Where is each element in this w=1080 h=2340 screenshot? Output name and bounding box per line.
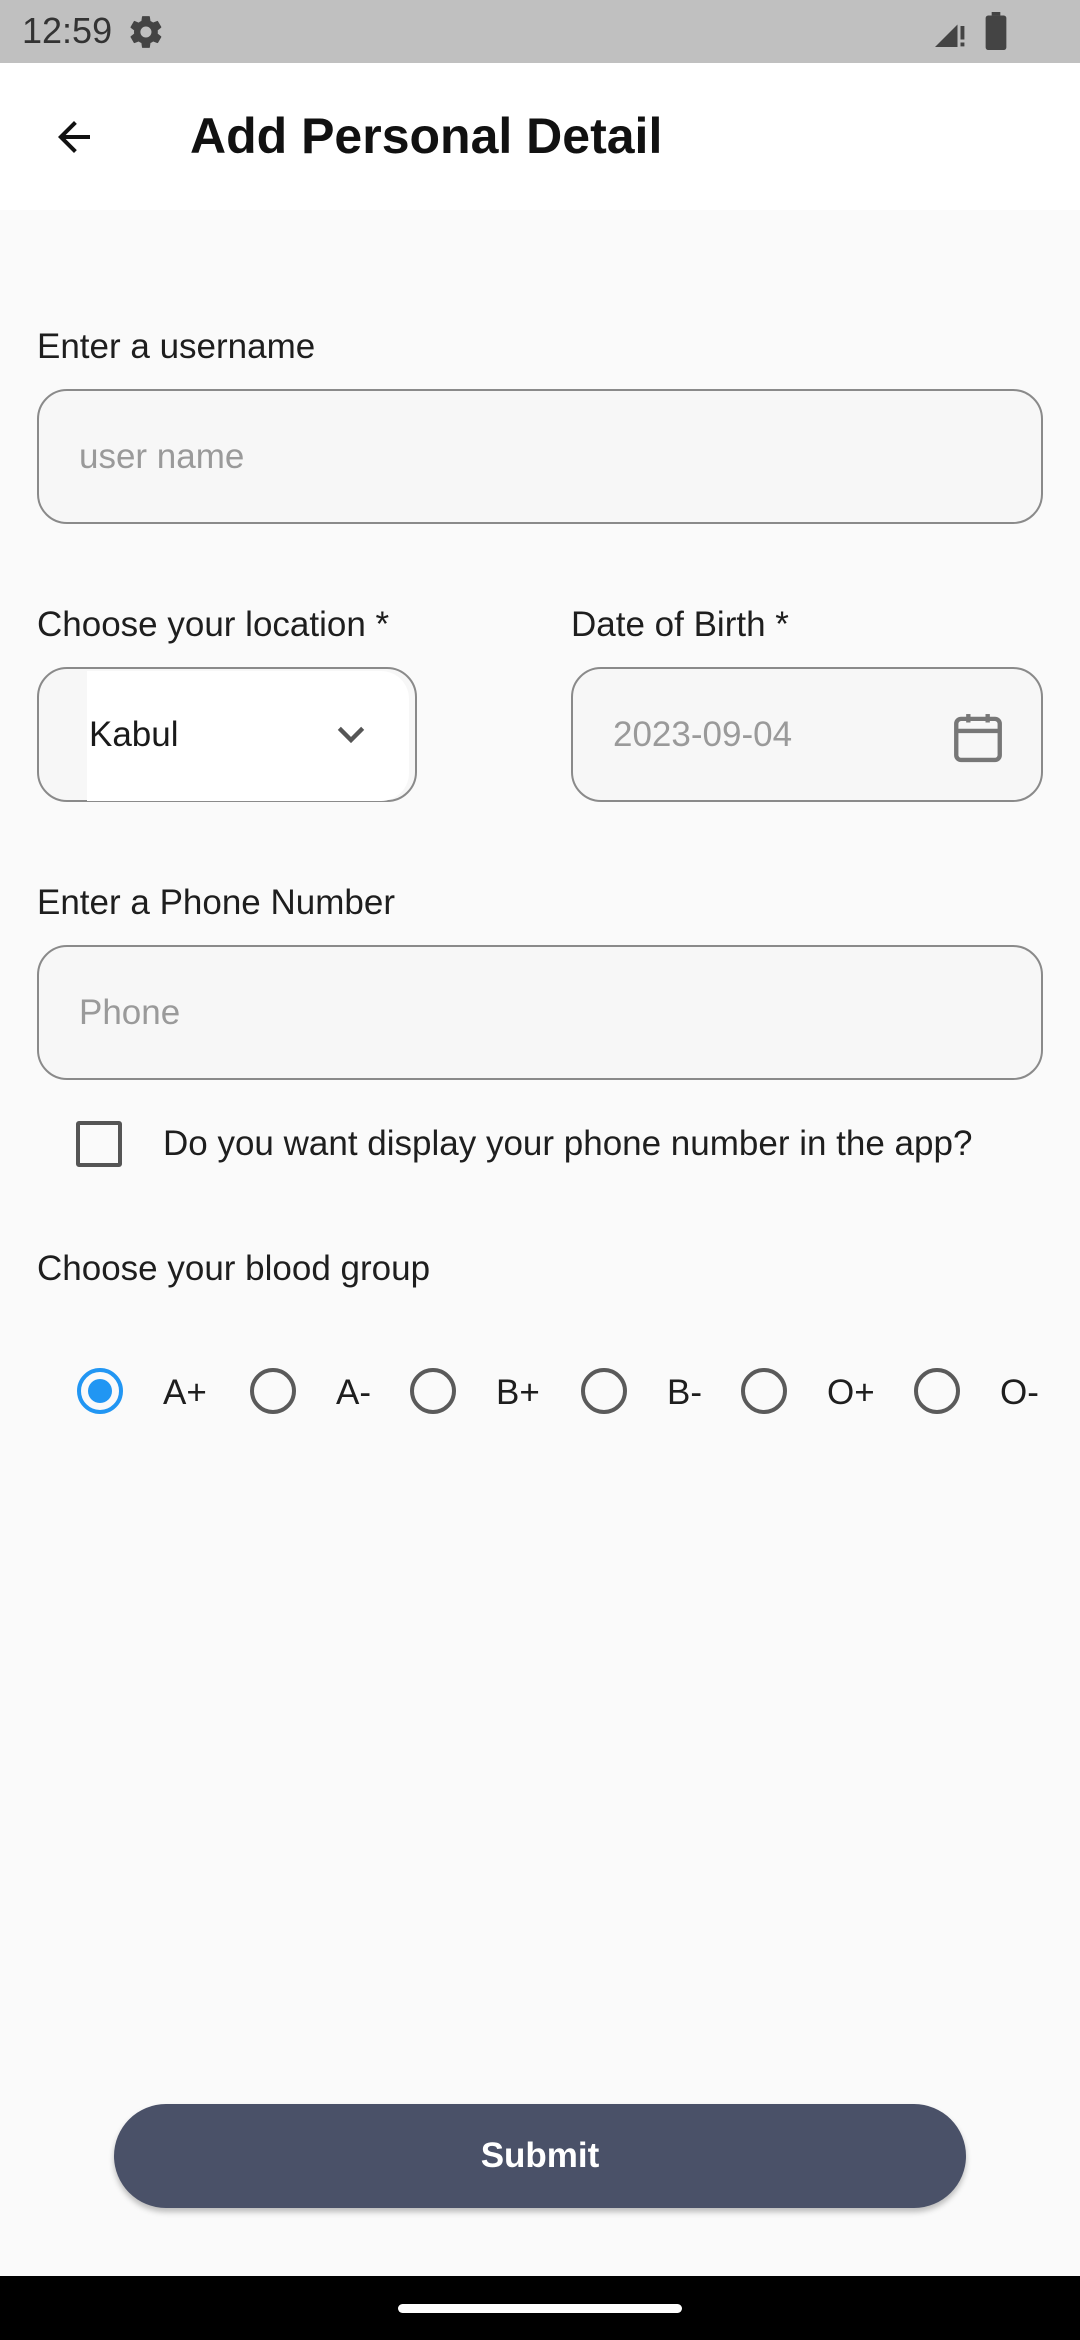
dob-placeholder: 2023-09-04 [613, 714, 793, 754]
submit-label: Submit [480, 2136, 600, 2175]
blood-group-label: Choose your blood group [37, 1249, 431, 1288]
settings-gear-icon [130, 16, 162, 48]
display-phone-checkbox[interactable] [76, 1121, 122, 1167]
radio-label-a-plus: A+ [163, 1373, 207, 1412]
radio-label-b-plus: B+ [496, 1373, 540, 1412]
radio-label-a-minus: A- [336, 1373, 371, 1412]
arrow-left-icon [58, 121, 90, 153]
status-bar: 12:59 [0, 0, 1080, 63]
radio-a-minus[interactable] [250, 1368, 296, 1414]
radio-b-minus[interactable] [581, 1368, 627, 1414]
app-bar: Add Personal Detail [0, 63, 1080, 210]
chevron-down-icon [337, 726, 365, 744]
screen: 12:59 Add Personal Detail Enter a userna… [0, 0, 1080, 2340]
phone-input[interactable]: Phone [37, 945, 1043, 1080]
radio-b-plus[interactable] [410, 1368, 456, 1414]
username-placeholder: user name [79, 436, 245, 476]
submit-button[interactable]: Submit [114, 2104, 966, 2208]
radio-a-plus[interactable] [77, 1368, 123, 1414]
phone-placeholder: Phone [79, 992, 181, 1032]
status-time: 12:59 [22, 10, 113, 51]
dob-input[interactable]: 2023-09-04 [571, 667, 1043, 802]
dob-label: Date of Birth * [571, 605, 789, 644]
username-input[interactable]: user name [37, 389, 1043, 524]
username-label: Enter a username [37, 327, 316, 366]
radio-o-minus[interactable] [914, 1368, 960, 1414]
location-selected-value: Kabul [89, 714, 179, 754]
radio-label-b-minus: B- [667, 1373, 702, 1412]
page-title: Add Personal Detail [190, 108, 663, 164]
location-dropdown[interactable]: Kabul [37, 667, 417, 802]
home-gesture-handle[interactable] [398, 2304, 682, 2313]
back-button[interactable] [36, 105, 112, 169]
battery-icon [985, 12, 1007, 50]
system-nav-bar [0, 2276, 1080, 2340]
radio-label-o-plus: O+ [827, 1373, 875, 1412]
phone-label: Enter a Phone Number [37, 883, 395, 922]
display-phone-label: Do you want display your phone number in… [163, 1124, 973, 1163]
signal-icon [935, 24, 965, 47]
calendar-icon[interactable] [949, 707, 1007, 767]
radio-label-o-minus: O- [1000, 1373, 1039, 1412]
radio-o-plus[interactable] [741, 1368, 787, 1414]
location-label: Choose your location * [37, 605, 390, 644]
